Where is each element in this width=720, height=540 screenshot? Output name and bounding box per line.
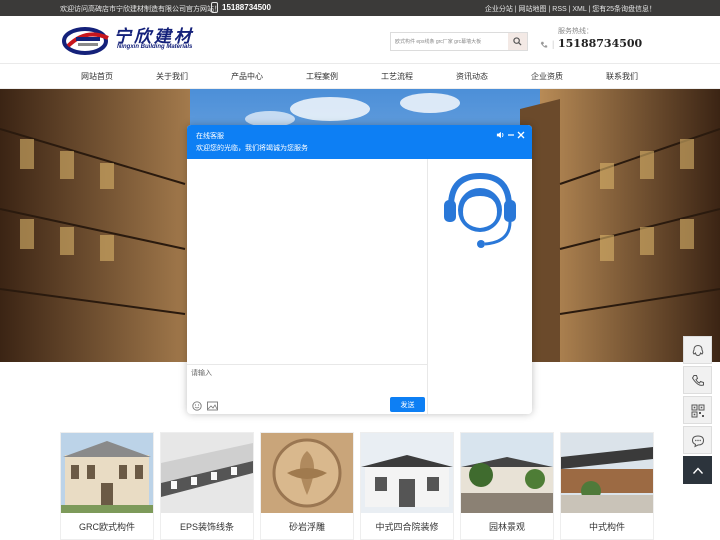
send-button[interactable]: 发送 — [390, 397, 425, 412]
float-phone-button[interactable] — [683, 366, 712, 394]
search-icon — [513, 37, 522, 46]
product-card-eps[interactable]: EPS装饰线条 — [160, 432, 254, 540]
chat-input[interactable] — [191, 368, 421, 394]
logo-icon[interactable] — [62, 22, 112, 60]
hotline-separator: | — [552, 39, 555, 49]
online-service-chat-window: 在线客服 欢迎您的光临，我们将竭诚为您服务 请输入 发送 — [187, 125, 532, 414]
product-label: 砂岩浮雕 — [288, 522, 325, 532]
nav-item-qualification[interactable]: 企业资质 — [531, 71, 563, 82]
product-image-eps — [161, 433, 253, 513]
logo-english-name: Ningxin Building Materials — [117, 44, 193, 50]
chat-title: 在线客服 — [196, 133, 224, 140]
float-message-button[interactable] — [683, 426, 712, 454]
nav-item-products[interactable]: 产品中心 — [231, 71, 263, 82]
qq-icon — [692, 344, 704, 357]
chat-header[interactable]: 在线客服 欢迎您的光临，我们将竭诚为您服务 — [187, 125, 532, 159]
customer-service-headset-icon — [444, 172, 516, 248]
product-image-grc — [61, 433, 153, 513]
product-image-sandstone — [261, 433, 353, 513]
back-to-top-icon — [692, 467, 704, 474]
hotline-label: 服务热线： — [558, 28, 593, 35]
minimize-icon[interactable] — [507, 130, 515, 140]
chat-agent-panel — [428, 159, 532, 414]
image-icon[interactable] — [207, 401, 218, 411]
main-nav: 网站首页 关于我们 产品中心 工程案例 工艺流程 资讯动态 企业资质 联系我们 — [0, 64, 720, 89]
nav-item-contact[interactable]: 联系我们 — [606, 71, 638, 82]
search-button[interactable] — [508, 33, 527, 50]
product-label: 中式构件 — [588, 522, 625, 532]
chat-welcome-text: 欢迎您的光临，我们将竭诚为您服务 — [196, 145, 308, 152]
top-phone-number: 15188734500 — [222, 3, 271, 12]
top-bar: 欢迎访问高碑店市宁欣建材制造有限公司官方网站！ 15188734500 企业分站… — [0, 0, 720, 16]
product-label: GRC欧式构件 — [79, 522, 135, 532]
volume-icon[interactable] — [496, 130, 505, 140]
close-icon[interactable] — [517, 130, 525, 140]
product-image-chinese — [561, 433, 653, 513]
back-to-top-button[interactable] — [683, 456, 712, 484]
top-links[interactable]: 企业分站 | 网站地图 | RSS | XML | 您有25条询盘信息！ — [485, 4, 656, 14]
product-label: 中式四合院装修 — [375, 522, 439, 532]
search-box — [390, 32, 528, 51]
product-card-grc[interactable]: GRC欧式构件 — [60, 432, 154, 540]
nav-item-cases[interactable]: 工程案例 — [306, 71, 338, 82]
phone-icon — [691, 375, 704, 386]
product-image-siheyuan — [361, 433, 453, 513]
hotline-phone-icon — [540, 41, 548, 48]
product-label: EPS装饰线条 — [179, 522, 234, 532]
product-label: 园林景观 — [488, 522, 525, 532]
nav-item-home[interactable]: 网站首页 — [81, 71, 113, 82]
search-input[interactable] — [391, 33, 509, 50]
float-qrcode-button[interactable] — [683, 396, 712, 424]
product-card-garden[interactable]: 园林景观 — [460, 432, 554, 540]
float-qq-button[interactable] — [683, 336, 712, 364]
product-card-chinese[interactable]: 中式构件 — [560, 432, 654, 540]
product-card-sandstone[interactable]: 砂岩浮雕 — [260, 432, 354, 540]
nav-item-about[interactable]: 关于我们 — [156, 71, 188, 82]
mobile-phone-icon — [211, 2, 218, 13]
hotline-number: 15188734500 — [558, 37, 643, 50]
emoji-icon[interactable] — [192, 401, 202, 411]
product-image-garden — [461, 433, 553, 513]
message-icon — [691, 435, 705, 448]
chat-input-area: 发送 — [187, 364, 428, 414]
product-card-siheyuan[interactable]: 中式四合院装修 — [360, 432, 454, 540]
welcome-text: 欢迎访问高碑店市宁欣建材制造有限公司官方网站！ — [60, 6, 221, 13]
nav-item-process[interactable]: 工艺流程 — [381, 71, 413, 82]
qrcode-icon — [691, 404, 705, 418]
nav-item-news[interactable]: 资讯动态 — [456, 71, 488, 82]
chat-message-area[interactable] — [187, 159, 428, 364]
